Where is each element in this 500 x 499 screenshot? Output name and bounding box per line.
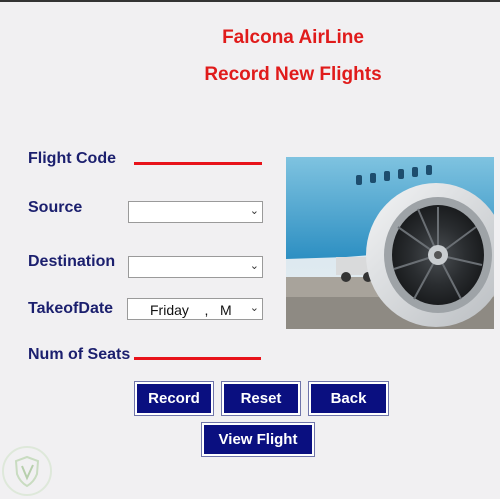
takeoff-date-label: TakeofDate (28, 300, 114, 317)
reset-button[interactable]: Reset (221, 381, 301, 416)
view-flight-button[interactable]: View Flight (201, 422, 315, 457)
flight-code-input[interactable] (134, 162, 262, 165)
chevron-down-icon: ⌄ (249, 205, 259, 217)
page-title: Record New Flights (204, 64, 382, 85)
airplane-engine-photo (286, 157, 494, 329)
num-seats-label: Num of Seats (28, 346, 131, 363)
back-button[interactable]: Back (308, 381, 389, 416)
chevron-down-icon: ⌄ (249, 260, 259, 272)
app-title: Falcona AirLine (222, 27, 364, 48)
destination-select[interactable]: ⌄ (128, 256, 263, 278)
num-seats-input[interactable] (134, 357, 261, 360)
flight-code-label: Flight Code (28, 150, 116, 167)
watermark-logo-icon (2, 446, 52, 496)
source-select[interactable]: ⌄ (128, 201, 263, 223)
takeoff-date-value: Friday , M (150, 302, 232, 318)
takeoff-date-picker[interactable]: Friday , M ⌄ (127, 298, 263, 320)
chevron-down-icon: ⌄ (249, 302, 259, 314)
record-button[interactable]: Record (134, 381, 214, 416)
source-label: Source (28, 199, 83, 216)
destination-label: Destination (28, 253, 116, 270)
